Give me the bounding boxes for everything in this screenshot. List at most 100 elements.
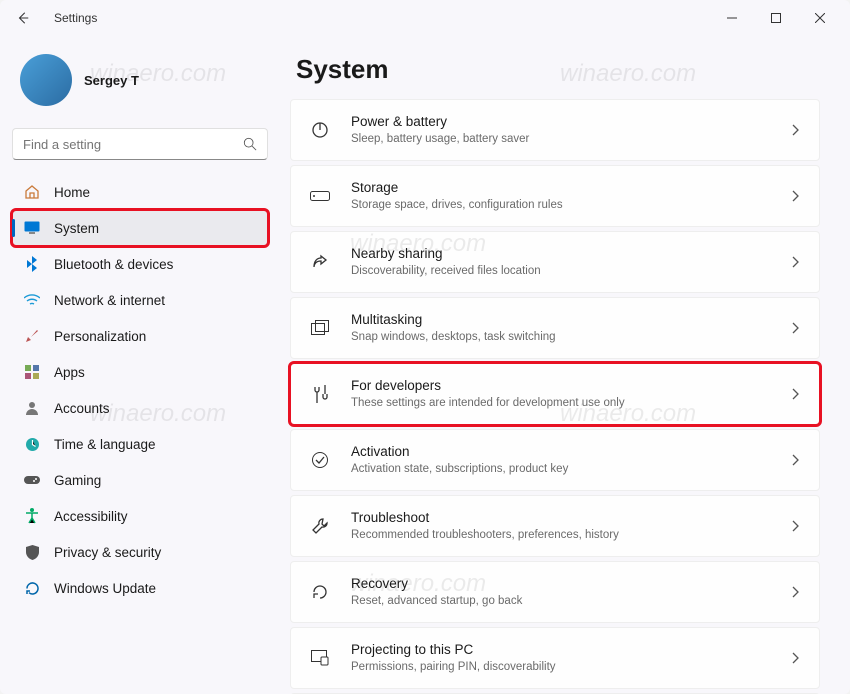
card-title: Recovery — [351, 575, 791, 594]
sidebar-item-label: Windows Update — [54, 581, 156, 596]
page-title: System — [290, 54, 820, 85]
card-title: Activation — [351, 443, 791, 462]
sidebar-item-home[interactable]: Home — [12, 174, 268, 210]
accounts-icon — [24, 400, 40, 416]
card-activation[interactable]: ActivationActivation state, subscription… — [290, 429, 820, 491]
chevron-right-icon — [791, 124, 801, 136]
sidebar-item-bluetooth[interactable]: Bluetooth & devices — [12, 246, 268, 282]
profile-name: Sergey T — [84, 73, 139, 88]
update-icon — [24, 580, 40, 596]
sidebar-item-label: Home — [54, 185, 90, 200]
sidebar-item-label: Apps — [54, 365, 85, 380]
sidebar-item-label: System — [54, 221, 99, 236]
arrow-left-icon — [16, 11, 30, 25]
apps-icon — [24, 364, 40, 380]
sidebar-item-label: Gaming — [54, 473, 101, 488]
sidebar-item-network[interactable]: Network & internet — [12, 282, 268, 318]
card-for-developers[interactable]: For developersThese settings are intende… — [290, 363, 820, 425]
bluetooth-icon — [24, 256, 40, 272]
card-desc: Recommended troubleshooters, preferences… — [351, 527, 791, 543]
power-icon — [309, 121, 331, 139]
chevron-right-icon — [791, 652, 801, 664]
gaming-icon — [24, 472, 40, 488]
sidebar-item-label: Accounts — [54, 401, 110, 416]
minimize-button[interactable] — [710, 3, 754, 33]
card-desc: Storage space, drives, configuration rul… — [351, 197, 791, 213]
close-button[interactable] — [798, 3, 842, 33]
card-multitasking[interactable]: MultitaskingSnap windows, desktops, task… — [290, 297, 820, 359]
card-desc: Activation state, subscriptions, product… — [351, 461, 791, 477]
card-desc: Permissions, pairing PIN, discoverabilit… — [351, 659, 791, 675]
card-title: Projecting to this PC — [351, 641, 791, 660]
card-title: For developers — [351, 377, 791, 396]
card-title: Troubleshoot — [351, 509, 791, 528]
sidebar-item-personalization[interactable]: Personalization — [12, 318, 268, 354]
chevron-right-icon — [791, 190, 801, 202]
sidebar-item-gaming[interactable]: Gaming — [12, 462, 268, 498]
card-storage[interactable]: StorageStorage space, drives, configurat… — [290, 165, 820, 227]
share-icon — [309, 253, 331, 271]
card-desc: Reset, advanced startup, go back — [351, 593, 791, 609]
back-button[interactable] — [8, 3, 38, 33]
sidebar-item-apps[interactable]: Apps — [12, 354, 268, 390]
card-projecting[interactable]: Projecting to this PCPermissions, pairin… — [290, 627, 820, 689]
profile[interactable]: Sergey T — [12, 46, 268, 124]
sidebar-item-label: Bluetooth & devices — [54, 257, 173, 272]
card-desc: Discoverability, received files location — [351, 263, 791, 279]
main-content: System Power & batterySleep, battery usa… — [280, 36, 850, 694]
clock-icon — [24, 436, 40, 452]
shield-icon — [24, 544, 40, 560]
card-desc: Sleep, battery usage, battery saver — [351, 131, 791, 147]
settings-window: Settings Sergey T Home System Bluetooth … — [0, 0, 850, 694]
activation-icon — [309, 451, 331, 469]
card-title: Multitasking — [351, 311, 791, 330]
card-desc: Snap windows, desktops, task switching — [351, 329, 791, 345]
chevron-right-icon — [791, 586, 801, 598]
chevron-right-icon — [791, 454, 801, 466]
multitask-icon — [309, 320, 331, 336]
maximize-button[interactable] — [754, 3, 798, 33]
chevron-right-icon — [791, 322, 801, 334]
minimize-icon — [727, 13, 737, 23]
accessibility-icon — [24, 508, 40, 524]
storage-icon — [309, 191, 331, 201]
chevron-right-icon — [791, 520, 801, 532]
sidebar-item-accounts[interactable]: Accounts — [12, 390, 268, 426]
search-field[interactable] — [12, 128, 268, 160]
card-title: Power & battery — [351, 113, 791, 132]
nav-list: Home System Bluetooth & devices Network … — [12, 174, 268, 606]
card-power-battery[interactable]: Power & batterySleep, battery usage, bat… — [290, 99, 820, 161]
sidebar-item-accessibility[interactable]: Accessibility — [12, 498, 268, 534]
home-icon — [24, 184, 40, 200]
project-icon — [309, 650, 331, 666]
window-controls — [710, 3, 842, 33]
card-recovery[interactable]: RecoveryReset, advanced startup, go back — [290, 561, 820, 623]
brush-icon — [24, 328, 40, 344]
card-nearby-sharing[interactable]: Nearby sharingDiscoverability, received … — [290, 231, 820, 293]
window-title: Settings — [54, 11, 97, 25]
sidebar-item-time[interactable]: Time & language — [12, 426, 268, 462]
card-title: Nearby sharing — [351, 245, 791, 264]
developer-icon — [309, 385, 331, 403]
sidebar: Sergey T Home System Bluetooth & devices… — [0, 36, 280, 694]
wrench-icon — [309, 517, 331, 535]
sidebar-item-system[interactable]: System — [12, 210, 268, 246]
sidebar-item-label: Network & internet — [54, 293, 165, 308]
avatar — [20, 54, 72, 106]
search-input[interactable] — [23, 137, 243, 152]
sidebar-item-label: Time & language — [54, 437, 156, 452]
sidebar-item-update[interactable]: Windows Update — [12, 570, 268, 606]
network-icon — [24, 292, 40, 308]
chevron-right-icon — [791, 388, 801, 400]
chevron-right-icon — [791, 256, 801, 268]
sidebar-item-privacy[interactable]: Privacy & security — [12, 534, 268, 570]
titlebar: Settings — [0, 0, 850, 36]
card-troubleshoot[interactable]: TroubleshootRecommended troubleshooters,… — [290, 495, 820, 557]
sidebar-item-label: Accessibility — [54, 509, 128, 524]
close-icon — [815, 13, 825, 23]
system-icon — [24, 220, 40, 236]
recovery-icon — [309, 583, 331, 601]
maximize-icon — [771, 13, 781, 23]
card-desc: These settings are intended for developm… — [351, 395, 791, 411]
sidebar-item-label: Personalization — [54, 329, 146, 344]
